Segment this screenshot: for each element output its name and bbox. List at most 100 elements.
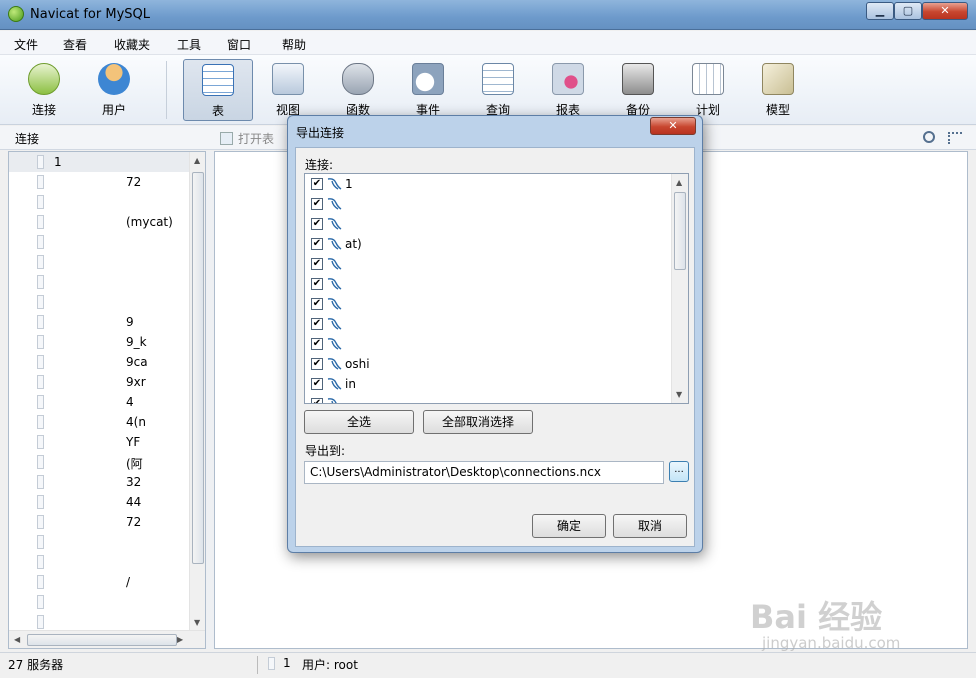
tree-item-label: 72 — [126, 175, 142, 189]
menu-window[interactable]: 窗口 — [227, 36, 251, 53]
pane-splitter[interactable] — [206, 151, 214, 649]
toolbar-function-button[interactable]: 函数 — [325, 59, 391, 121]
tree-item-connection[interactable]: 9ca — [9, 352, 189, 372]
menu-file[interactable]: 文件 — [14, 36, 38, 53]
scroll-left-icon[interactable]: ◀ — [14, 635, 20, 644]
tree-item-connection[interactable] — [9, 252, 189, 272]
connection-checkbox[interactable]: ✔ — [311, 378, 323, 390]
toolbar-event-button[interactable]: 事件 — [395, 59, 461, 121]
export-connection-row[interactable]: ✔ — [305, 254, 669, 274]
connection-checkbox[interactable]: ✔ — [311, 258, 323, 270]
deselect-all-button[interactable]: 全部取消选择 — [423, 410, 533, 434]
scroll-down-icon[interactable]: ▼ — [676, 390, 682, 399]
connection-name: in — [345, 377, 356, 391]
tree-item-connection[interactable]: 44 — [9, 492, 189, 512]
connection-checkbox[interactable]: ✔ — [311, 218, 323, 230]
scroll-down-icon[interactable]: ▼ — [194, 618, 200, 627]
connections-list[interactable]: ✔ 1 ✔ ✔ ✔ at) ✔ ✔ ✔ ✔ ✔ ✔ oshi ✔ in ✔ ▲ ▼ — [304, 173, 689, 404]
export-connection-row[interactable]: ✔ — [305, 214, 669, 234]
export-connection-row[interactable]: ✔ in — [305, 374, 669, 394]
tree-item-connection[interactable] — [9, 272, 189, 292]
close-button[interactable]: ✕ — [922, 2, 968, 20]
search-icon[interactable] — [923, 131, 935, 143]
menu-help[interactable]: 帮助 — [282, 36, 306, 53]
minimize-button[interactable]: ▁ — [866, 2, 894, 20]
export-connection-row[interactable]: ✔ — [305, 334, 669, 354]
tree-item-connection[interactable] — [9, 192, 189, 212]
scroll-up-icon[interactable]: ▲ — [676, 178, 682, 187]
export-connection-row[interactable]: ✔ — [305, 394, 669, 403]
tree-item-connection[interactable] — [9, 592, 189, 612]
connection-checkbox[interactable]: ✔ — [311, 298, 323, 310]
select-all-button[interactable]: 全选 — [304, 410, 414, 434]
tree-item-connection[interactable]: 4 — [9, 392, 189, 412]
tree-item-connection[interactable]: 9xr — [9, 372, 189, 392]
open-table-button[interactable]: 打开表 — [220, 130, 274, 147]
toolbar-view-button[interactable]: 视图 — [255, 59, 321, 121]
tree-item-connection[interactable] — [9, 532, 189, 552]
connection-checkbox[interactable]: ✔ — [311, 398, 323, 403]
menu-tools[interactable]: 工具 — [177, 36, 201, 53]
connection-checkbox[interactable]: ✔ — [311, 278, 323, 290]
table-icon — [202, 64, 234, 96]
maximize-button[interactable]: ▢ — [894, 2, 922, 20]
dialog-close-button[interactable]: ✕ — [650, 117, 696, 135]
cancel-button[interactable]: 取消 — [613, 514, 687, 538]
view-icon — [272, 63, 304, 95]
toolbar-user-button[interactable]: 用户 — [81, 59, 147, 121]
connection-checkbox[interactable]: ✔ — [311, 358, 323, 370]
tree-item-connection[interactable]: 9 — [9, 312, 189, 332]
export-connection-row[interactable]: ✔ — [305, 194, 669, 214]
export-connection-row[interactable]: ✔ — [305, 314, 669, 334]
tree-item-connection[interactable]: 32 — [9, 472, 189, 492]
export-connection-row[interactable]: ✔ — [305, 274, 669, 294]
app-window: Navicat for MySQL ▁ ▢ ✕ 文件 查看 收藏夹 工具 窗口 … — [0, 0, 976, 678]
toolbar-schedule-button[interactable]: 计划 — [675, 59, 741, 121]
connections-scrollbar[interactable]: ▲ ▼ — [671, 174, 688, 403]
tree-item-connection[interactable]: (阿 — [9, 452, 189, 472]
export-connection-row[interactable]: ✔ 1 — [305, 174, 669, 194]
export-connection-row[interactable]: ✔ oshi — [305, 354, 669, 374]
ok-button[interactable]: 确定 — [532, 514, 606, 538]
connection-checkbox[interactable]: ✔ — [311, 338, 323, 350]
export-connection-row[interactable]: ✔ at) — [305, 234, 669, 254]
scroll-right-icon[interactable]: ▶ — [177, 635, 183, 644]
toolbar-query-button[interactable]: 查询 — [465, 59, 531, 121]
tree-item-connection[interactable] — [9, 232, 189, 252]
tree-item-connection[interactable] — [9, 292, 189, 312]
tree-item-connection[interactable]: / — [9, 572, 189, 592]
tree-item-connection[interactable] — [9, 552, 189, 572]
connection-checkbox[interactable]: ✔ — [311, 238, 323, 250]
export-connection-row[interactable]: ✔ — [305, 294, 669, 314]
toolbar-backup-button[interactable]: 备份 — [605, 59, 671, 121]
connection-checkbox[interactable]: ✔ — [311, 198, 323, 210]
scroll-up-icon[interactable]: ▲ — [194, 156, 200, 165]
connection-tree[interactable]: 1 72 (mycat) 9 9_k 9ca 9xr 4 4(n YF (阿 32 44 72/ ▲ ▼ … — [8, 151, 206, 649]
menu-favorites[interactable]: 收藏夹 — [114, 36, 150, 53]
export-path-field[interactable]: C:\Users\Administrator\Desktop\connectio… — [304, 461, 664, 484]
tree-item-connection[interactable]: YF — [9, 432, 189, 452]
connections-scroll-thumb[interactable] — [674, 192, 686, 270]
toolbar-report-button[interactable]: 报表 — [535, 59, 601, 121]
tree-item-connection[interactable]: 4(n — [9, 412, 189, 432]
browse-button[interactable]: ... — [669, 461, 689, 482]
connection-checkbox[interactable]: ✔ — [311, 318, 323, 330]
toolbar-model-button[interactable]: 模型 — [745, 59, 811, 121]
tree-scroll-thumb[interactable] — [192, 172, 204, 564]
tree-item-connection[interactable]: (mycat) — [9, 212, 189, 232]
title-bar[interactable]: Navicat for MySQL ▁ ▢ ✕ — [0, 0, 976, 30]
tree-item-connection[interactable] — [9, 612, 189, 632]
tree-item-connection[interactable]: 72 — [9, 172, 189, 192]
tree-item-connection[interactable]: 9_k — [9, 332, 189, 352]
tree-item-label: 9xr — [126, 375, 146, 389]
connection-checkbox[interactable]: ✔ — [311, 178, 323, 190]
tree-horizontal-scrollbar[interactable]: ◀ ▶ — [9, 630, 205, 648]
toolbar-connection-button[interactable]: 连接 — [11, 59, 77, 121]
tree-vertical-scrollbar[interactable]: ▲ ▼ — [189, 152, 205, 630]
tree-item-connection[interactable]: 72 — [9, 512, 189, 532]
tree-item-connection[interactable]: 1 — [9, 152, 189, 172]
menu-view[interactable]: 查看 — [63, 36, 87, 53]
tree-hscroll-thumb[interactable] — [27, 634, 177, 646]
toolbar-table-button[interactable]: 表 — [183, 59, 253, 121]
grid-view-icon[interactable] — [948, 132, 962, 144]
